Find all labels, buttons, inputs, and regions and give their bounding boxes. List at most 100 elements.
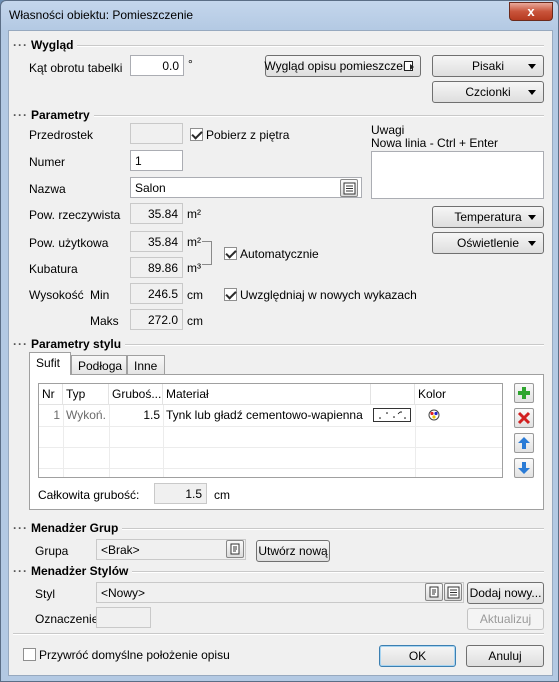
tab-podloga[interactable]: Podłoga	[71, 355, 127, 375]
maks-label: Maks	[90, 314, 119, 328]
dialog-client: ··· Wygląd Kąt obrotu tabelki 0.0 ° Wygl…	[8, 30, 553, 676]
col-divider	[163, 405, 164, 477]
hatch-pattern-icon	[379, 411, 406, 419]
calkowita-grubosc-value: 1.5	[154, 483, 207, 504]
col-header-kolor[interactable]: Kolor	[415, 384, 455, 404]
cell-nr: 1	[53, 408, 60, 422]
section-dots: ···	[13, 108, 28, 122]
styl-browse-button[interactable]	[425, 583, 443, 601]
move-up-button[interactable]	[514, 433, 534, 453]
footer-divider	[13, 633, 544, 635]
nazwa-label: Nazwa	[29, 182, 66, 196]
oswietlenie-label: Oświetlenie	[456, 236, 520, 250]
chevron-down-icon	[528, 215, 536, 220]
col-header-grubosc[interactable]: Gruboś...	[109, 384, 163, 404]
styl-list-button[interactable]	[444, 583, 462, 601]
col-header-typ[interactable]: Typ	[63, 384, 109, 404]
anuluj-button[interactable]: Anuluj	[466, 645, 544, 667]
cell-material: Tynk lub gładź cementowo-wapienna	[166, 408, 363, 422]
delete-layer-button[interactable]	[514, 408, 534, 428]
kat-obrotu-label: Kąt obrotu tabelki	[29, 61, 123, 75]
oznaczenie-label: Oznaczenie	[35, 612, 99, 626]
cell-grubosc: 1.5	[143, 408, 160, 422]
automatycznie-checkbox[interactable]	[224, 247, 237, 260]
przywroc-label: Przywróć domyślne położenie opisu	[39, 648, 230, 662]
section-dots: ···	[13, 521, 28, 535]
pow-uzytkowa-unit: m²	[187, 235, 201, 249]
automatycznie-label: Automatycznie	[240, 247, 319, 261]
styl-label: Styl	[35, 587, 56, 601]
col-divider	[63, 405, 64, 477]
arrow-up-icon	[518, 437, 530, 449]
wysokosc-label: Wysokość	[29, 288, 84, 302]
arrow-down-icon	[518, 462, 530, 474]
dialog-window: Własności obiektu: Pomieszczenie x ··· W…	[0, 0, 559, 682]
maks-unit: cm	[187, 314, 203, 328]
pisaki-dropdown[interactable]: Pisaki	[432, 55, 544, 77]
calkowita-grubosc-unit: cm	[214, 488, 230, 502]
col-header-nr[interactable]: Nr	[39, 384, 63, 404]
min-value: 246.5	[130, 283, 183, 304]
close-button[interactable]: x	[509, 2, 553, 21]
aktualizuj-button[interactable]: Aktualizuj	[467, 608, 544, 630]
hatch-pattern-swatch[interactable]	[373, 408, 411, 422]
przedrostek-label: Przedrostek	[29, 128, 94, 142]
grupa-select[interactable]: <Brak>	[96, 539, 246, 560]
nazwa-list-button[interactable]	[340, 179, 358, 197]
add-layer-button[interactable]	[514, 383, 534, 403]
temperatura-label: Temperatura	[454, 210, 522, 224]
pow-uzytkowa-value: 35.84	[130, 231, 183, 252]
oznaczenie-input[interactable]	[96, 607, 151, 628]
uwzgledniaj-label: Uwzględniaj w nowych wykazach	[240, 288, 417, 302]
nazwa-input[interactable]: Salon	[130, 177, 362, 198]
pow-rzeczywista-label: Pow. rzeczywista	[29, 208, 121, 222]
list-icon	[343, 182, 356, 195]
degree-unit: °	[188, 57, 193, 71]
wyglad-opisu-button[interactable]: Wygląd opisu pomieszczeń	[264, 55, 421, 77]
uwzgledniaj-checkbox[interactable]	[224, 288, 237, 301]
temperatura-dropdown[interactable]: Temperatura	[432, 206, 544, 228]
section-line	[29, 115, 544, 117]
col-header-pattern[interactable]	[371, 384, 415, 404]
kubatura-unit: m³	[187, 261, 201, 275]
pobierz-checkbox[interactable]	[190, 128, 203, 141]
col-header-material[interactable]: Materiał	[163, 384, 371, 404]
pobierz-label: Pobierz z piętra	[206, 128, 290, 142]
uwagi-hint: Nowa linia - Ctrl + Enter	[371, 136, 499, 150]
export-icon	[404, 61, 414, 71]
section-parametry-title: Parametry	[29, 108, 94, 122]
czcionki-dropdown[interactable]: Czcionki	[432, 81, 544, 103]
wyglad-opisu-label: Wygląd opisu pomieszczeń	[264, 59, 410, 73]
przedrostek-input[interactable]	[130, 123, 183, 144]
section-wyglad-title: Wygląd	[29, 38, 78, 52]
move-down-button[interactable]	[514, 458, 534, 478]
cell-typ: Wykoń.	[66, 408, 106, 422]
czcionki-label: Czcionki	[465, 85, 511, 99]
pisaki-label: Pisaki	[471, 59, 504, 73]
section-dots: ···	[13, 337, 28, 351]
kat-obrotu-input[interactable]: 0.0	[130, 55, 184, 76]
tab-sufit[interactable]: Sufit	[29, 352, 71, 375]
min-unit: cm	[187, 288, 203, 302]
grupa-browse-button[interactable]	[226, 540, 244, 558]
numer-label: Numer	[29, 155, 66, 169]
list-icon	[447, 586, 460, 599]
uwagi-textarea[interactable]	[371, 151, 544, 199]
color-palette-icon[interactable]	[428, 409, 440, 424]
window-title: Własności obiektu: Pomieszczenie	[9, 8, 194, 22]
oswietlenie-dropdown[interactable]: Oświetlenie	[432, 232, 544, 254]
numer-input[interactable]: 1	[130, 150, 183, 171]
plus-icon	[518, 387, 530, 399]
dodaj-nowy-button[interactable]: Dodaj nowy...	[467, 582, 544, 604]
kubatura-value: 89.86	[130, 257, 183, 278]
layers-table: Nr Typ Gruboś... Materiał Kolor 1 Wykoń.…	[38, 383, 503, 478]
ok-button[interactable]: OK	[379, 645, 456, 667]
utworz-nowa-button[interactable]: Utwórz nową	[256, 540, 330, 562]
tab-inne[interactable]: Inne	[127, 355, 165, 375]
styl-select[interactable]: <Nowy>	[96, 582, 464, 603]
section-grupy-title: Menadżer Grup	[29, 521, 123, 535]
min-label: Min	[90, 288, 110, 302]
document-icon	[429, 586, 439, 598]
chevron-down-icon	[528, 90, 536, 95]
przywroc-checkbox[interactable]	[23, 648, 36, 661]
